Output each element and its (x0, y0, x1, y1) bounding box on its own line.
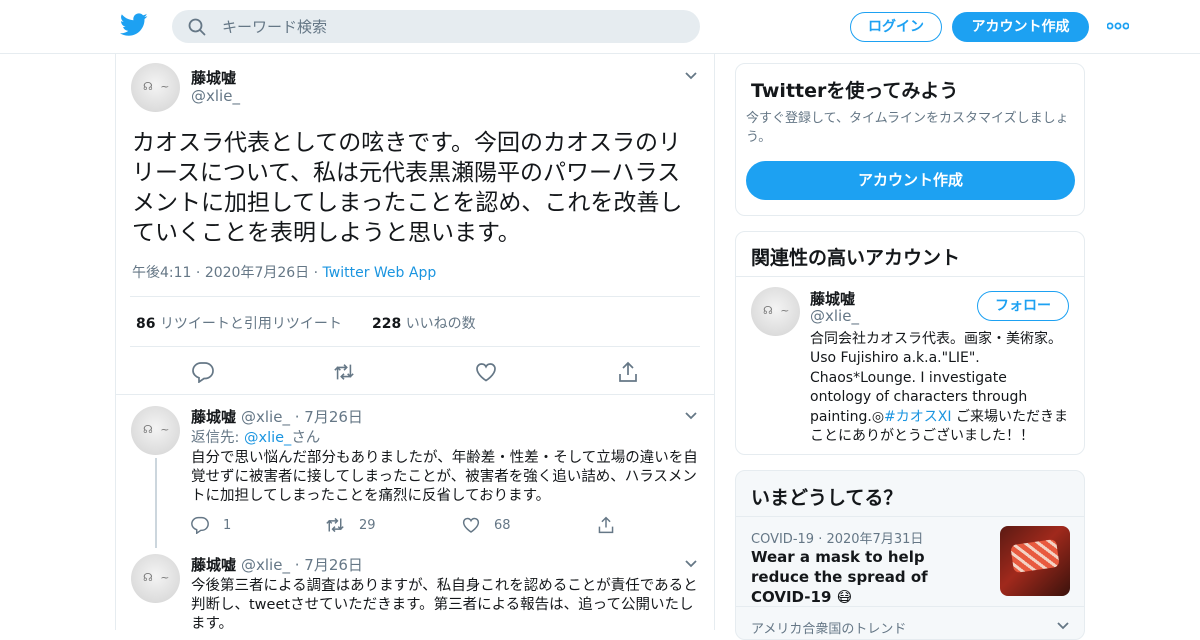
signup-card-title: Twitterを使ってみよう (751, 80, 959, 102)
trends-card: いまどうしてる？ COVID-19 · 2020年7月31日 Wear a ma… (735, 470, 1085, 640)
face-mask-image (1010, 538, 1060, 574)
meta-separator: · (294, 408, 305, 426)
tweet-date[interactable]: 2020年7月26日 (205, 265, 309, 281)
share-icon[interactable] (597, 516, 615, 534)
divider (736, 276, 1084, 277)
trend-location-label: アメリカ合衆国のトレンド (751, 622, 907, 637)
avatar-sketch-icon: ☊ ~ (143, 80, 172, 93)
likes-stat[interactable]: 228 いいねの数 (372, 313, 476, 333)
reply-to-line: 返信先: @xlie_さん (191, 429, 701, 448)
reply-author-name[interactable]: 藤城嘘 (191, 554, 236, 575)
trend-date: 2020年7月31日 (826, 532, 924, 547)
share-icon[interactable] (617, 361, 639, 383)
meta-separator: · (294, 556, 305, 574)
reply-author-handle[interactable]: @xlie_ · 7月26日 (241, 406, 363, 427)
follow-button[interactable]: フォロー (977, 291, 1069, 321)
reply-date[interactable]: 7月26日 (304, 408, 363, 426)
main-timeline: ☊ ~ 藤城嘘 @xlie_ カオスラ代表としての呟きです。今回のカオスラのリリ… (115, 54, 715, 632)
reply-handle: @xlie_ (241, 408, 290, 426)
login-button[interactable]: ログイン (850, 12, 942, 42)
divider (736, 516, 1084, 517)
likes-label: いいねの数 (405, 316, 476, 332)
avatar[interactable]: ☊ ~ (131, 63, 180, 112)
avatar-sketch-icon: ☊ ~ (763, 304, 792, 317)
twitter-logo-icon[interactable] (120, 13, 148, 37)
tweet-meta: 午後4:11 · 2020年7月26日 · Twitter Web App (132, 262, 436, 282)
likes-count: 228 (372, 316, 402, 332)
trend-meta: COVID-19 · 2020年7月31日 (751, 528, 923, 547)
retweets-count: 86 (136, 316, 156, 332)
reply-text: 今後第三者による調査はありますが、私自身これを認めることが責任であると判断し、t… (191, 578, 698, 632)
trend-thumbnail[interactable] (1000, 526, 1070, 596)
signup-card: Twitterを使ってみよう 今すぐ登録して、タイムラインをカスタマイズしましょ… (735, 63, 1085, 216)
related-accounts-card: 関連性の高いアカウント ☊ ~ 藤城嘘 @xlie_ フォロー 合同会社カオスラ… (735, 231, 1085, 455)
tweet-author-handle[interactable]: @xlie_ (191, 87, 240, 105)
meta-separator: · (195, 265, 205, 281)
thread-line (155, 458, 157, 548)
reply-count: 1 (223, 517, 232, 533)
reply-to-suffix: さん (291, 430, 321, 446)
tweet-source-link[interactable]: Twitter Web App (323, 265, 437, 281)
reply-count-action[interactable]: 1 (191, 516, 232, 535)
search-input[interactable] (222, 10, 682, 43)
related-account-bio: 合同会社カオスラ代表。画家・美術家。Uso Fujishiro a.k.a."L… (810, 330, 1072, 446)
chevron-down-icon[interactable] (684, 71, 698, 81)
like-icon[interactable] (475, 361, 497, 383)
reply-text: 自分で思い悩んだ部分もありましたが、年齢差・性差・そして立場の違いを自覚せずに被… (191, 450, 698, 504)
reply-tweet[interactable]: ☊ ~ 藤城嘘 @xlie_ · 7月26日 返信先: @xlie_さん 自分で… (116, 396, 714, 548)
trend-item-text[interactable]: Wear a mask to help reduce the spread of… (751, 547, 981, 607)
signup-card-button[interactable]: アカウント作成 (746, 161, 1075, 200)
retweets-label: リツイートと引用リツイート (159, 316, 342, 332)
avatar-sketch-icon: ☊ ~ (143, 423, 172, 436)
more-options-icon[interactable] (1107, 20, 1129, 32)
retweets-stat[interactable]: 86 リツイートと引用リツイート (136, 313, 342, 333)
like-count-action[interactable]: 68 (462, 516, 511, 534)
chevron-down-icon[interactable] (684, 411, 698, 421)
reply-author-handle[interactable]: @xlie_ · 7月26日 (241, 554, 363, 575)
like-count: 68 (494, 517, 511, 533)
retweet-icon[interactable] (333, 361, 355, 383)
related-accounts-title: 関連性の高いアカウント (751, 247, 961, 269)
bio-hashtag-link[interactable]: #カオスXI (884, 409, 951, 425)
tweet-actions (116, 347, 714, 395)
reply-date[interactable]: 7月26日 (304, 556, 363, 574)
avatar[interactable]: ☊ ~ (131, 406, 180, 455)
signup-card-description: 今すぐ登録して、タイムラインをカスタマイズしましょう。 (746, 111, 1069, 145)
top-bar: ログイン アカウント作成 (0, 0, 1200, 54)
related-account-handle[interactable]: @xlie_ (810, 307, 859, 325)
chevron-down-icon[interactable] (684, 559, 698, 569)
search-bar[interactable] (172, 10, 700, 43)
related-account-name[interactable]: 藤城嘘 (810, 288, 855, 309)
avatar[interactable]: ☊ ~ (751, 287, 800, 336)
reply-handle: @xlie_ (241, 556, 290, 574)
search-icon (188, 18, 206, 36)
signup-button[interactable]: アカウント作成 (952, 12, 1089, 42)
reply-author-name[interactable]: 藤城嘘 (191, 406, 236, 427)
reply-to-prefix: 返信先: (191, 430, 244, 446)
retweet-count: 29 (359, 517, 376, 533)
reply-icon (191, 516, 209, 535)
retweet-icon (326, 517, 344, 533)
tweet-time[interactable]: 午後4:11 (132, 265, 191, 281)
reply-tweet[interactable]: ☊ ~ 藤城嘘 @xlie_ · 7月26日 今後第三者による調査はありますが、… (116, 546, 714, 632)
like-icon (462, 517, 480, 533)
retweet-count-action[interactable]: 29 (325, 516, 376, 534)
avatar-sketch-icon: ☊ ~ (143, 571, 172, 584)
divider (736, 606, 1084, 607)
reply-to-handle-link[interactable]: @xlie_ (244, 430, 291, 446)
tweet-stats: 86 リツイートと引用リツイート 228 いいねの数 (130, 296, 700, 347)
trend-category: COVID-19 (751, 532, 815, 547)
tweet-author-name[interactable]: 藤城嘘 (191, 67, 236, 88)
trends-title: いまどうしてる？ (751, 487, 903, 509)
meta-separator: · (313, 265, 323, 281)
tweet-text: カオスラ代表としての呟きです。今回のカオスラのリリースについて、私は元代表黒瀬陽… (132, 130, 683, 246)
avatar[interactable]: ☊ ~ (131, 554, 180, 603)
reply-icon[interactable] (192, 361, 214, 383)
